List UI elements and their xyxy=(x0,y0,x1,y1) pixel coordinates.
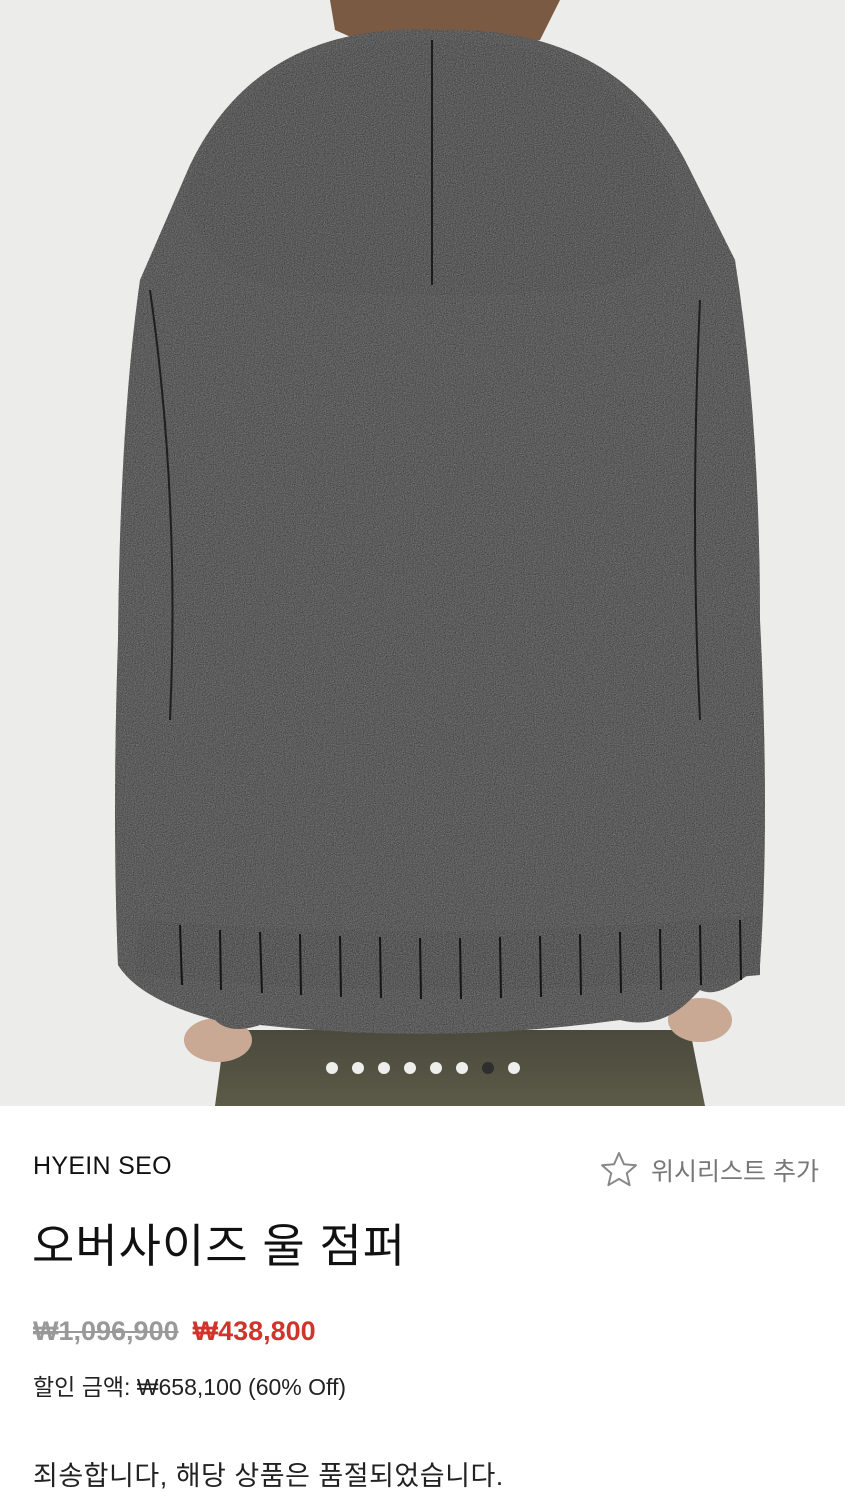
add-to-wishlist-button[interactable]: 위시리스트 추가 xyxy=(599,1150,819,1190)
gallery-dot[interactable] xyxy=(377,1062,390,1074)
gallery-dot[interactable] xyxy=(507,1062,520,1074)
gallery-dot[interactable] xyxy=(481,1062,494,1074)
product-image xyxy=(115,0,765,1106)
sale-price: ₩438,800 xyxy=(192,1316,316,1346)
sold-out-message: 죄송합니다, 해당 상품은 품절되었습니다. xyxy=(33,1461,504,1491)
original-price: ₩1,096,900 xyxy=(33,1316,179,1346)
gallery-dot[interactable] xyxy=(403,1062,416,1074)
discount-amount: 할인 금액: ₩658,100 (60% Off) xyxy=(33,1374,347,1400)
gallery-dot[interactable] xyxy=(455,1062,468,1074)
gallery-dot[interactable] xyxy=(325,1062,338,1074)
gallery-dot[interactable] xyxy=(351,1062,364,1074)
gallery-pagination[interactable] xyxy=(0,1062,845,1074)
gallery-dot[interactable] xyxy=(429,1062,442,1074)
wishlist-label: 위시리스트 추가 xyxy=(651,1158,819,1186)
brand-name[interactable]: HYEIN SEO xyxy=(33,1152,172,1181)
product-title: 오버사이즈 울 점퍼 xyxy=(32,1220,407,1272)
star-icon xyxy=(601,1152,638,1187)
price-row: ₩1,096,900 ₩438,800 xyxy=(33,1316,316,1347)
product-info-panel: HYEIN SEO 위시리스트 추가 오버사이즈 울 점퍼 ₩1,096,900… xyxy=(0,1106,845,1500)
product-image-gallery[interactable] xyxy=(0,0,845,1106)
